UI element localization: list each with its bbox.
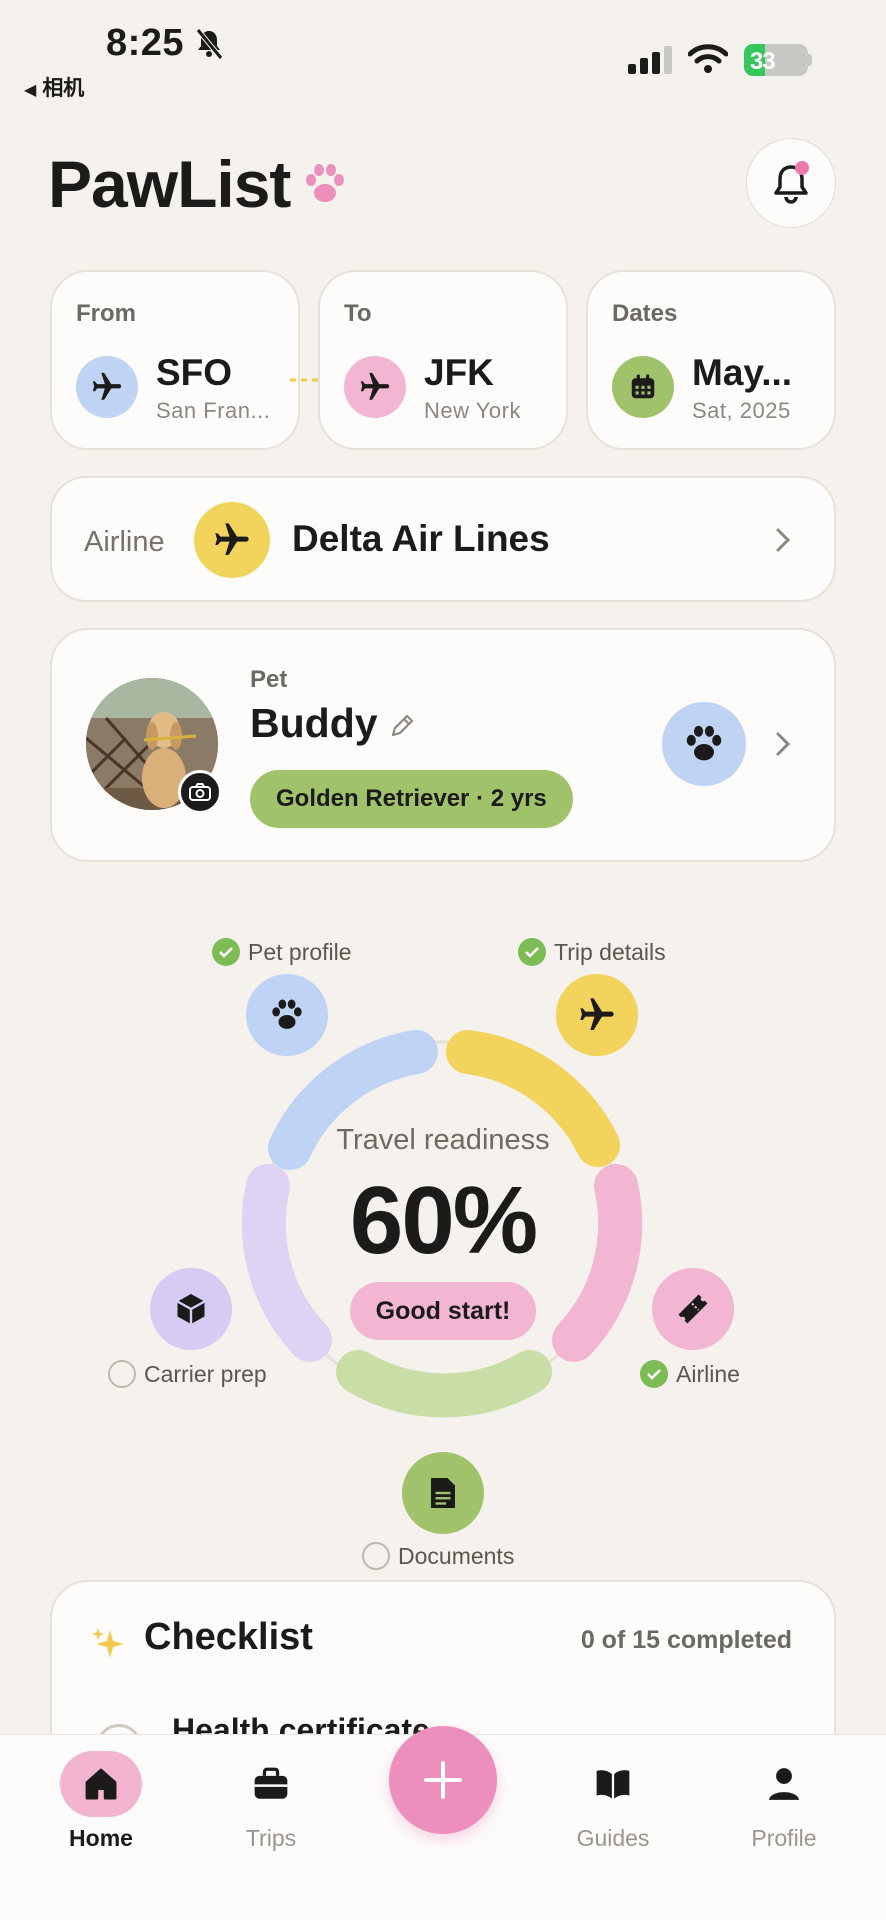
step-label: Airline xyxy=(676,1360,740,1387)
airline-name: Delta Air Lines xyxy=(292,518,550,559)
document-icon xyxy=(431,1478,455,1508)
dates-card[interactable]: Dates May... Sat, 2025 xyxy=(586,270,836,450)
tab-label: Guides xyxy=(576,1825,650,1851)
silent-bell-icon xyxy=(196,28,223,60)
briefcase-icon xyxy=(254,1767,288,1799)
step-airline: Airline xyxy=(640,1360,740,1388)
plus-icon xyxy=(424,1761,462,1799)
person-icon xyxy=(768,1768,800,1800)
add-button[interactable] xyxy=(389,1726,497,1834)
to-label: To xyxy=(344,300,372,327)
readiness-title: Travel readiness xyxy=(336,1124,550,1156)
tab-label: Trips xyxy=(245,1825,297,1851)
pet-card[interactable]: Pet Buddy Golden Retriever · 2 yrs xyxy=(50,628,836,862)
airline-label: Airline xyxy=(84,526,165,558)
chevron-right-icon xyxy=(776,528,791,552)
back-label: 相机 xyxy=(42,77,85,100)
change-photo-button[interactable] xyxy=(178,770,222,814)
battery-level: 33 xyxy=(750,48,776,75)
tab-trips[interactable]: Trips xyxy=(211,1735,331,1852)
check-icon xyxy=(518,938,546,966)
arrival-plane-icon xyxy=(344,356,406,418)
empty-circle-icon xyxy=(362,1542,390,1570)
checklist-title: Checklist xyxy=(144,1616,313,1658)
to-city: New York xyxy=(424,398,521,423)
step-carrier-prep: Carrier prep xyxy=(108,1360,267,1388)
box-icon xyxy=(176,1294,206,1324)
from-card[interactable]: From SFO San Fran... xyxy=(50,270,300,450)
cellular-signal-icon xyxy=(628,46,672,74)
departure-plane-icon xyxy=(76,356,138,418)
tab-label: Profile xyxy=(751,1825,817,1851)
camera-icon xyxy=(189,783,211,801)
back-to-camera[interactable]: ◀ 相机 xyxy=(24,72,84,102)
step-label: Documents xyxy=(398,1542,515,1569)
book-icon xyxy=(596,1770,630,1799)
trip-details-step-button[interactable] xyxy=(556,974,638,1056)
paw-icon xyxy=(272,999,302,1029)
pet-profile-step-button[interactable] xyxy=(246,974,328,1056)
to-code: JFK xyxy=(424,352,494,393)
documents-step-button[interactable] xyxy=(402,1452,484,1534)
pet-name: Buddy xyxy=(250,700,378,746)
chevron-right-icon xyxy=(776,732,791,756)
pet-label: Pet xyxy=(250,666,288,693)
tab-profile[interactable]: Profile xyxy=(724,1735,844,1852)
wifi-icon xyxy=(688,44,728,73)
app-title: PawList xyxy=(48,147,291,221)
ring-segment-documents xyxy=(336,1350,552,1418)
home-icon xyxy=(85,1768,117,1800)
readiness-percent: 60% xyxy=(349,1167,538,1274)
sparkles-icon xyxy=(92,1628,124,1658)
status-time: 8:25 xyxy=(106,22,185,64)
readiness-status-badge: Good start! xyxy=(350,1282,536,1340)
paw-icon xyxy=(306,164,344,202)
from-label: From xyxy=(76,300,136,327)
battery-indicator: 33 xyxy=(744,44,808,76)
tab-label: Home xyxy=(69,1825,133,1851)
carrier-prep-step-button[interactable] xyxy=(150,1268,232,1350)
checklist-count: 0 of 15 completed xyxy=(580,1626,792,1654)
to-card[interactable]: To JFK New York xyxy=(318,270,568,450)
empty-circle-icon xyxy=(108,1360,136,1388)
step-label: Pet profile xyxy=(248,938,352,965)
tab-home[interactable]: Home xyxy=(41,1735,161,1852)
notification-dot xyxy=(795,161,809,175)
step-documents: Documents xyxy=(362,1542,514,1570)
notifications-button[interactable] xyxy=(746,138,836,228)
ticket-icon xyxy=(678,1294,708,1324)
calendar-icon xyxy=(612,356,674,418)
pet-paw-icon xyxy=(662,702,746,786)
step-pet-profile: Pet profile xyxy=(212,938,352,966)
airline-step-button[interactable] xyxy=(652,1268,734,1350)
tab-guides[interactable]: Guides xyxy=(553,1735,673,1852)
step-trip-details: Trip details xyxy=(518,938,666,966)
step-label: Carrier prep xyxy=(144,1360,267,1387)
airline-plane-icon xyxy=(194,502,270,578)
check-icon xyxy=(212,938,240,966)
edit-pencil-icon[interactable] xyxy=(388,712,416,740)
airline-card[interactable]: Airline Delta Air Lines xyxy=(50,476,836,602)
check-icon xyxy=(640,1360,668,1388)
plane-icon xyxy=(580,998,614,1030)
dates-sub: Sat, 2025 xyxy=(692,398,791,423)
breed-badge: Golden Retriever · 2 yrs xyxy=(250,770,573,828)
dates-label: Dates xyxy=(612,300,678,327)
step-label: Trip details xyxy=(554,938,666,965)
from-city: San Fran... xyxy=(156,398,271,423)
from-code: SFO xyxy=(156,352,233,393)
dates-value: May... xyxy=(692,352,793,393)
